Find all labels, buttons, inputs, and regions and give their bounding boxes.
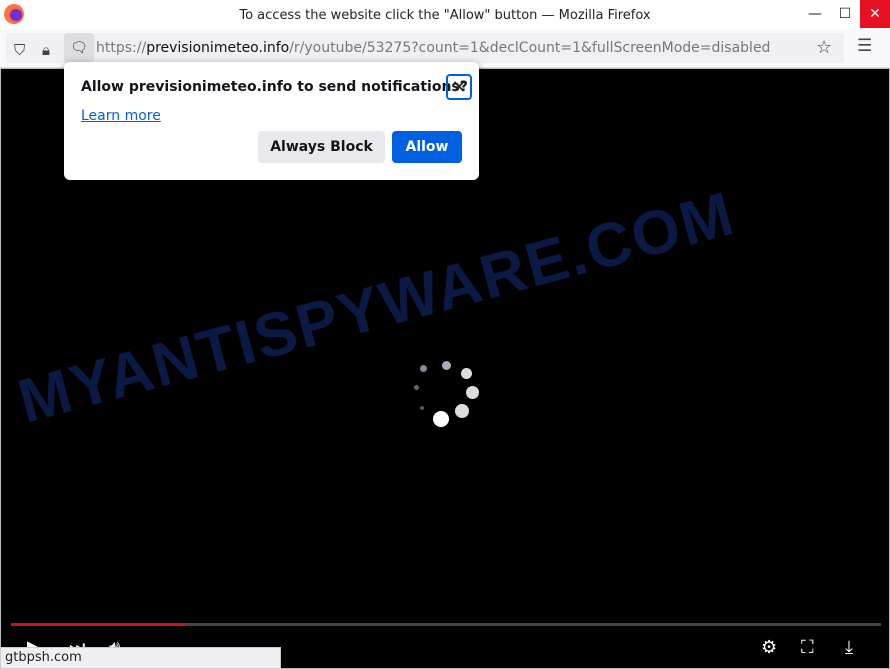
always-block-button[interactable]: Always Block xyxy=(258,131,385,163)
url-domain: previsionimeteo.info xyxy=(146,40,290,56)
url-path: /r/youtube/53275?count=1&declCount=1&ful… xyxy=(289,40,771,56)
spinner-dot xyxy=(420,406,424,410)
video-progress-bar[interactable] xyxy=(11,623,881,626)
spinner-dot xyxy=(433,411,449,427)
notification-permission-popup: Allow previsionimeteo.info to send notif… xyxy=(64,62,479,180)
status-bar: gtbpsh.com xyxy=(0,647,281,669)
spinner-dot xyxy=(420,365,427,372)
learn-more-link[interactable]: Learn more xyxy=(81,108,161,124)
fullscreen-icon[interactable]: ⛶ xyxy=(801,637,814,658)
title-bar: To access the website click the "Allow" … xyxy=(0,0,890,30)
minimize-button[interactable]: — xyxy=(800,0,830,28)
allow-button[interactable]: Allow xyxy=(392,131,462,163)
close-window-button[interactable]: ✕ xyxy=(860,0,890,28)
close-popup-button[interactable]: ✕ xyxy=(446,74,472,100)
spinner-dot xyxy=(414,385,419,390)
progress-fill xyxy=(11,623,185,626)
url-scheme: https:// xyxy=(96,40,147,56)
spinner-dot xyxy=(442,361,451,370)
lock-icon[interactable]: 🔒︎ xyxy=(42,41,50,59)
url-bar[interactable]: ⛉ 🔒︎ 🗨︎ https://previsionimeteo.info/r/y… xyxy=(6,33,844,63)
firefox-logo-icon xyxy=(4,4,24,24)
settings-gear-icon[interactable]: ⚙ xyxy=(761,637,777,658)
download-icon[interactable]: ⤓ xyxy=(845,637,853,658)
notification-permission-icon[interactable]: 🗨︎ xyxy=(64,33,94,63)
shield-icon[interactable]: ⛉ xyxy=(14,41,25,59)
bookmark-star-icon[interactable]: ☆ xyxy=(816,37,832,58)
window-title: To access the website click the "Allow" … xyxy=(239,7,651,23)
loading-spinner xyxy=(406,361,486,449)
popup-title: Allow previsionimeteo.info to send notif… xyxy=(81,79,468,95)
menu-icon[interactable]: ☰ xyxy=(857,36,872,56)
spinner-dot xyxy=(466,386,479,399)
maximize-button[interactable]: ☐ xyxy=(830,0,860,28)
spinner-dot xyxy=(455,404,469,418)
watermark: MYANTISPYWARE.COM xyxy=(11,178,742,437)
spinner-dot xyxy=(461,368,472,379)
url-text[interactable]: https://previsionimeteo.info/r/youtube/5… xyxy=(96,40,770,56)
